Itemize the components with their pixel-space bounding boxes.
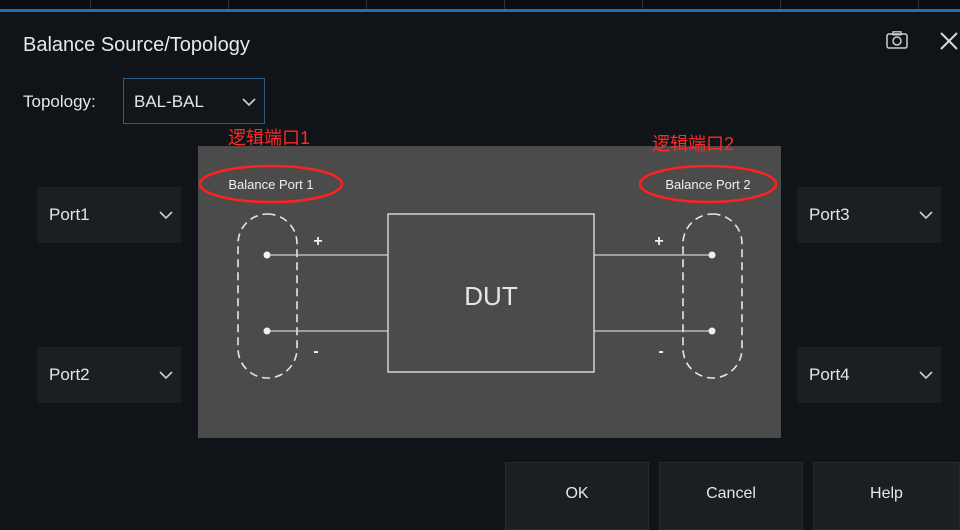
topology-diagram: Balance Port 1 Balance Port 2 DUT + - + …: [198, 146, 781, 438]
topology-select[interactable]: BAL-BAL: [123, 78, 265, 124]
topology-value: BAL-BAL: [134, 92, 204, 111]
logical-port-1-annotation: 逻辑端口1: [228, 128, 311, 148]
balance-port-2-label: Balance Port 2: [665, 177, 750, 192]
logical-port-2-annotation: 逻辑端口2: [652, 134, 735, 154]
topology-label: Topology:: [23, 92, 96, 111]
terminal-dot: [263, 251, 271, 259]
balance-port-1-group: [237, 213, 298, 379]
ok-button[interactable]: OK: [505, 462, 649, 530]
chevron-down-icon: [159, 211, 173, 220]
terminal-dot: [263, 327, 271, 335]
dialog-title: Balance Source/Topology: [23, 34, 250, 56]
chevron-down-icon: [919, 211, 933, 220]
terminal-dot: [708, 327, 716, 335]
port1-select[interactable]: Port1: [37, 187, 181, 243]
port2-select[interactable]: Port2: [37, 347, 181, 403]
help-button[interactable]: Help: [813, 462, 960, 530]
balance-port-2-group: [682, 213, 743, 379]
minus-sign-right: -: [658, 343, 663, 360]
camera-icon[interactable]: [886, 31, 908, 49]
port4-value: Port4: [809, 365, 850, 384]
close-icon[interactable]: [937, 29, 960, 53]
terminal-dot: [708, 251, 716, 259]
cancel-button[interactable]: Cancel: [659, 462, 803, 530]
chevron-down-icon: [159, 371, 173, 380]
minus-sign-left: -: [313, 343, 318, 360]
port2-value: Port2: [49, 365, 90, 384]
plus-sign-left: +: [313, 233, 322, 250]
chevron-down-icon: [919, 371, 933, 380]
port1-value: Port1: [49, 205, 90, 224]
chevron-down-icon: [242, 98, 256, 107]
balance-port-1-label: Balance Port 1: [228, 177, 313, 192]
top-strip: [0, 0, 960, 12]
port3-value: Port3: [809, 205, 850, 224]
port4-select[interactable]: Port4: [797, 347, 941, 403]
plus-sign-right: +: [654, 233, 663, 250]
port3-select[interactable]: Port3: [797, 187, 941, 243]
dut-label: DUT: [464, 281, 518, 311]
